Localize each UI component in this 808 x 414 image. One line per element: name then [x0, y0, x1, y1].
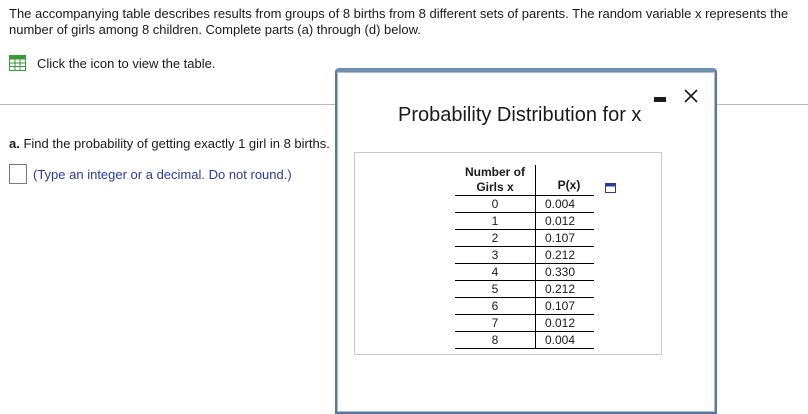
- cell-x: 4: [455, 263, 536, 281]
- cell-p: 0.330: [535, 263, 594, 281]
- cell-x: 1: [455, 212, 536, 230]
- answer-hint: (Type an integer or a decimal. Do not ro…: [33, 166, 292, 182]
- cell-p: 0.004: [535, 195, 594, 213]
- view-table-link[interactable]: Click the icon to view the table.: [9, 55, 215, 71]
- table-row: 1 0.012: [455, 212, 594, 230]
- table-row: 5 0.212: [455, 280, 594, 298]
- answer-row: (Type an integer or a decimal. Do not ro…: [9, 164, 292, 184]
- table-row: 6 0.107: [455, 297, 594, 315]
- part-a-question: a. Find the probability of getting exact…: [9, 136, 330, 151]
- cell-x: 6: [455, 297, 536, 315]
- cell-p: 0.212: [535, 246, 594, 264]
- cell-p: 0.012: [535, 212, 594, 230]
- table-row: 8 0.004: [455, 331, 594, 349]
- table-row: 0 0.004: [455, 195, 594, 213]
- table-row: 4 0.330: [455, 263, 594, 281]
- problem-intro: The accompanying table describes results…: [9, 6, 789, 37]
- header-x-line2: Girls x: [476, 180, 514, 194]
- table-row: 7 0.012: [455, 314, 594, 332]
- header-p: P(x): [557, 178, 581, 192]
- cell-x: 3: [455, 246, 536, 264]
- header-girls-x: Number of Girls x: [455, 165, 536, 196]
- cell-p: 0.212: [535, 280, 594, 298]
- table-row: 2 0.107: [455, 229, 594, 247]
- dialog-title: Probability Distribution for x: [398, 104, 642, 126]
- cell-p: 0.107: [535, 297, 594, 315]
- table-row: 3 0.212: [455, 246, 594, 264]
- probability-table: Number of Girls x P(x) 0 0.004 1 0.012 2 0.…: [455, 165, 594, 349]
- probability-table-dialog: Probability Distribution for x Number of…: [335, 68, 717, 414]
- table-grid-icon[interactable]: [9, 55, 26, 71]
- cell-p: 0.012: [535, 314, 594, 332]
- header-x-line1: Number of: [465, 165, 525, 179]
- answer-input[interactable]: [9, 164, 27, 184]
- minimize-button[interactable]: [654, 97, 666, 102]
- cell-x: 0: [455, 195, 536, 213]
- close-icon[interactable]: [682, 87, 700, 105]
- cell-p: 0.004: [535, 331, 594, 349]
- cell-x: 2: [455, 229, 536, 247]
- cell-p: 0.107: [535, 229, 594, 247]
- cell-x: 7: [455, 314, 536, 332]
- cell-x: 5: [455, 280, 536, 298]
- part-a-text: Find the probability of getting exactly …: [19, 136, 330, 151]
- copy-icon[interactable]: [605, 183, 616, 193]
- cell-x: 8: [455, 331, 536, 349]
- view-table-label[interactable]: Click the icon to view the table.: [37, 56, 215, 71]
- part-a-label: a.: [9, 136, 20, 151]
